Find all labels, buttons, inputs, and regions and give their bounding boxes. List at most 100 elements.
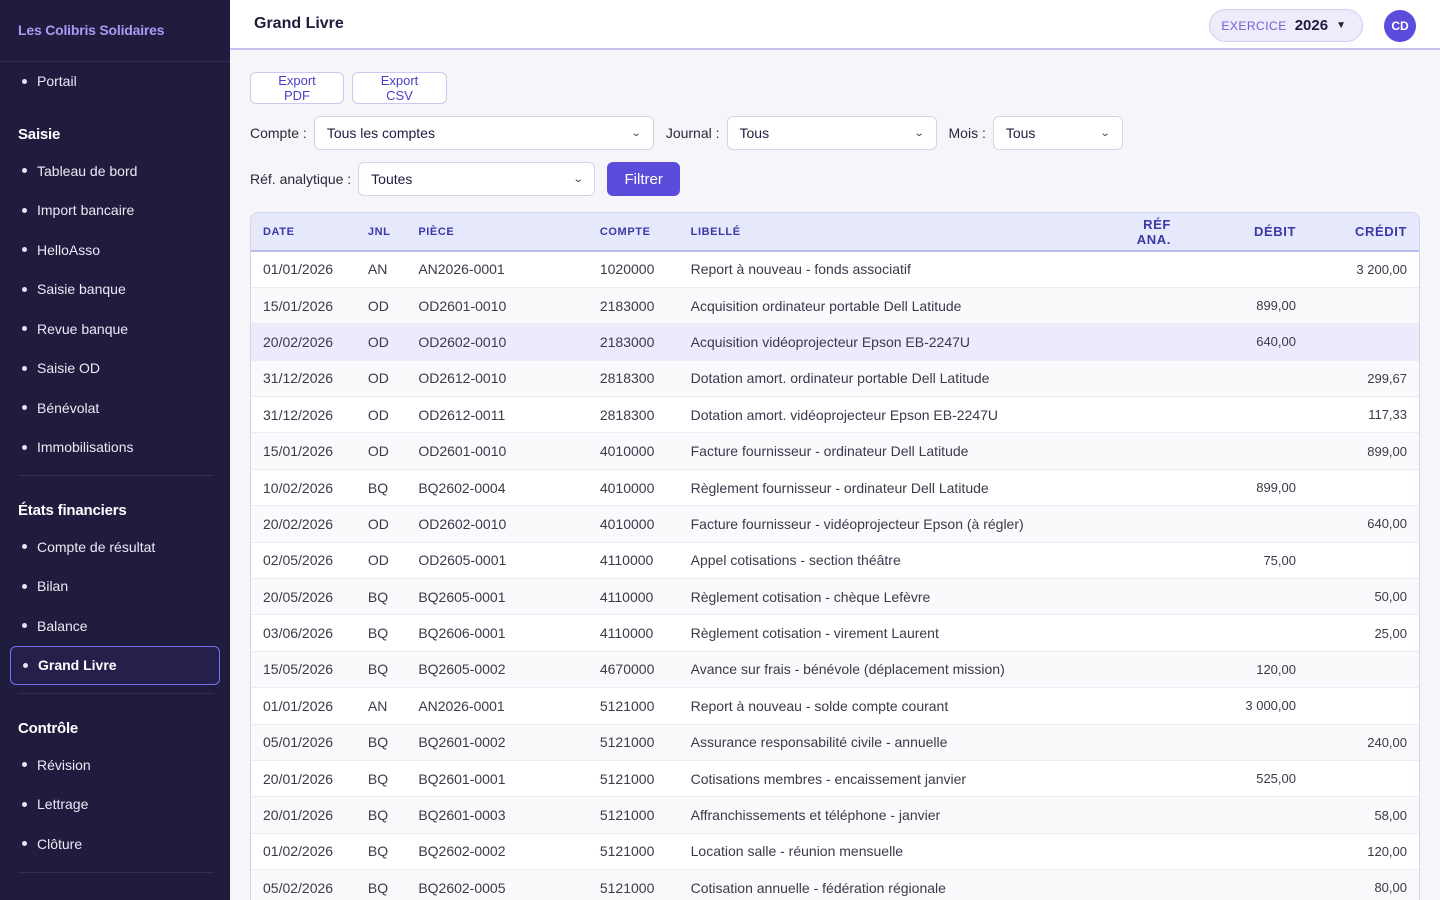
cell-compte: 5121000 xyxy=(587,796,679,834)
sidebar-item-benevolat[interactable]: Bénévolat xyxy=(0,388,230,428)
cell-credit: 25,00 xyxy=(1307,614,1419,652)
ref-analytique-select[interactable]: Toutes ⌄ xyxy=(358,162,596,196)
chevron-down-icon: ▼ xyxy=(1336,20,1346,31)
table-row[interactable]: 20/01/2026 BQ BQ2601-0003 5121000 Affranchis… xyxy=(251,796,1419,834)
table-row[interactable]: 01/01/2026 AN AN2026-0001 5121000 Report à n… xyxy=(251,687,1419,725)
sidebar-item-label: Tableau de bord xyxy=(37,162,138,179)
cell-piece: OD2601-0010 xyxy=(406,432,588,470)
col-header-credit[interactable]: CRÉDIT xyxy=(1308,213,1419,251)
cell-piece: BQ2602-0002 xyxy=(406,833,588,871)
table-row[interactable]: 31/12/2026 OD OD2612-0010 2818300 Dotation a… xyxy=(251,360,1419,398)
journal-select[interactable]: Tous ⌄ xyxy=(726,116,937,150)
cell-libelle: Location salle - réunion mensuelle xyxy=(678,833,1113,871)
table-row[interactable]: 05/01/2026 BQ BQ2601-0002 5121000 Assurance … xyxy=(251,724,1419,761)
cell-piece: OD2602-0010 xyxy=(406,323,588,361)
table-row[interactable]: 20/02/2026 OD OD2602-0010 2183000 Acquisitio… xyxy=(251,323,1419,361)
mois-select[interactable]: Tous ⌄ xyxy=(992,116,1123,150)
cell-jnl: OD xyxy=(355,287,407,325)
sidebar-item-bilan[interactable]: Bilan xyxy=(0,567,230,607)
col-header-compte[interactable]: COMPTE xyxy=(588,213,679,251)
cell-date: 20/01/2026 xyxy=(251,796,356,834)
sidebar-item-revision[interactable]: Révision xyxy=(0,745,230,785)
avatar[interactable]: CD xyxy=(1384,10,1416,42)
sidebar-item-label: Révision xyxy=(37,756,91,773)
table-row[interactable]: 03/06/2026 BQ BQ2606-0001 4110000 Règlement … xyxy=(251,614,1419,652)
col-header-debit[interactable]: DÉBIT xyxy=(1183,213,1308,251)
sidebar-item-label: Bilan xyxy=(37,578,69,595)
sidebar-item-portail[interactable]: Portail xyxy=(0,62,230,100)
sidebar-item-immobilisations[interactable]: Immobilisations xyxy=(0,428,230,468)
cell-debit: 3 000,00 xyxy=(1182,687,1308,725)
ref-analytique-select-value: Toutes xyxy=(371,171,413,187)
sidebar-item-grand-livre[interactable]: Grand Livre xyxy=(10,645,220,685)
compte-select[interactable]: Tous les comptes ⌄ xyxy=(313,116,654,150)
cell-compte: 4110000 xyxy=(587,578,679,616)
table-row[interactable]: 20/02/2026 OD OD2602-0010 4010000 Facture fo… xyxy=(251,505,1419,543)
sidebar-item-label: Grand Livre xyxy=(38,657,117,674)
cell-credit: 80,00 xyxy=(1307,869,1419,900)
table-row[interactable]: 05/02/2026 BQ BQ2602-0005 5121000 Cotisation… xyxy=(251,869,1419,900)
sidebar-item-saisie-banque[interactable]: Saisie banque xyxy=(0,270,230,310)
col-header-date[interactable]: DATE xyxy=(251,213,356,251)
cell-debit xyxy=(1182,251,1308,288)
exercice-selector[interactable]: EXERCICE 2026 ▼ xyxy=(1209,9,1363,42)
table-row[interactable]: 01/01/2026 AN AN2026-0001 1020000 Report à n… xyxy=(251,251,1419,288)
cell-debit: 525,00 xyxy=(1182,760,1308,798)
table-row[interactable]: 02/05/2026 OD OD2605-0001 4110000 Appel coti… xyxy=(251,542,1419,580)
col-header-piece[interactable]: PIÈCE xyxy=(406,213,588,251)
exercice-year: 2026 xyxy=(1294,17,1329,34)
cell-piece: BQ2601-0003 xyxy=(406,796,588,834)
bullet-icon xyxy=(23,662,28,668)
sidebar-item-label: Revue banque xyxy=(37,320,129,337)
cell-credit xyxy=(1307,287,1419,325)
journal-label: Journal : xyxy=(665,125,720,141)
sidebar-item-lettrage[interactable]: Lettrage xyxy=(0,785,230,825)
sidebar-item-helloasso[interactable]: HelloAsso xyxy=(0,230,230,270)
sidebar-item-tableau-de-bord[interactable]: Tableau de bord xyxy=(0,151,230,191)
cell-libelle: Dotation amort. ordinateur portable Dell… xyxy=(678,360,1113,398)
filtrer-button[interactable]: Filtrer xyxy=(607,162,681,196)
cell-credit xyxy=(1307,323,1419,361)
cell-compte: 4110000 xyxy=(587,542,679,580)
table-row[interactable]: 20/01/2026 BQ BQ2601-0001 5121000 Cotisation… xyxy=(251,760,1419,798)
cell-ref-ana xyxy=(1112,687,1183,725)
table-row[interactable]: 01/02/2026 BQ BQ2602-0002 5121000 Location s… xyxy=(251,833,1419,871)
sidebar-item-balance[interactable]: Balance xyxy=(0,606,230,646)
sidebar-item-import-bancaire[interactable]: Import bancaire xyxy=(0,191,230,231)
sidebar-item-compte-de-resultat[interactable]: Compte de résultat xyxy=(0,527,230,567)
table-row[interactable]: 20/05/2026 BQ BQ2605-0001 4110000 Règlement … xyxy=(251,578,1419,616)
table-row[interactable]: 15/01/2026 OD OD2601-0010 2183000 Acquisitio… xyxy=(251,287,1419,325)
journal-select-value: Tous xyxy=(739,125,770,141)
cell-compte: 2183000 xyxy=(587,287,679,325)
sidebar-item-revue-banque[interactable]: Revue banque xyxy=(0,309,230,349)
chevron-down-icon: ⌄ xyxy=(572,173,584,185)
cell-jnl: BQ xyxy=(355,469,407,507)
cell-libelle: Assurance responsabilité civile - annuel… xyxy=(678,724,1113,761)
col-header-jnl[interactable]: JNL xyxy=(356,213,406,251)
sidebar-item-saisie-od[interactable]: Saisie OD xyxy=(0,349,230,389)
chevron-down-icon: ⌄ xyxy=(631,127,643,139)
mois-label: Mois : xyxy=(948,125,986,141)
table-row[interactable]: 15/05/2026 BQ BQ2605-0002 4670000 Avance sur… xyxy=(251,651,1419,689)
cell-compte: 5121000 xyxy=(587,869,679,900)
cell-ref-ana xyxy=(1112,869,1183,900)
table-row[interactable]: 10/02/2026 BQ BQ2602-0004 4010000 Règlement … xyxy=(251,469,1419,507)
col-header-libelle[interactable]: LIBELLÉ xyxy=(679,213,1113,251)
cell-libelle: Règlement cotisation - chèque Lefèvre xyxy=(678,578,1113,616)
cell-date: 31/12/2026 xyxy=(251,360,356,398)
cell-jnl: BQ xyxy=(355,724,407,761)
cell-jnl: BQ xyxy=(355,578,407,616)
export-pdf-button[interactable]: Export PDF xyxy=(250,72,344,104)
bullet-icon xyxy=(22,444,27,450)
bullet-icon xyxy=(22,286,27,292)
cell-libelle: Cotisation annuelle - fédération régiona… xyxy=(678,869,1113,900)
col-header-ref-ana[interactable]: RÉF ANA. xyxy=(1112,213,1183,251)
sidebar-item-cloture[interactable]: Clôture xyxy=(0,824,230,864)
cell-compte: 4670000 xyxy=(587,651,679,689)
table-row[interactable]: 31/12/2026 OD OD2612-0011 2818300 Dotation a… xyxy=(251,396,1419,434)
table-row[interactable]: 15/01/2026 OD OD2601-0010 4010000 Facture fo… xyxy=(251,432,1419,470)
cell-date: 20/02/2026 xyxy=(251,323,356,361)
cell-credit: 240,00 xyxy=(1307,724,1419,761)
cell-ref-ana xyxy=(1112,396,1183,434)
export-csv-button[interactable]: Export CSV xyxy=(352,72,447,104)
